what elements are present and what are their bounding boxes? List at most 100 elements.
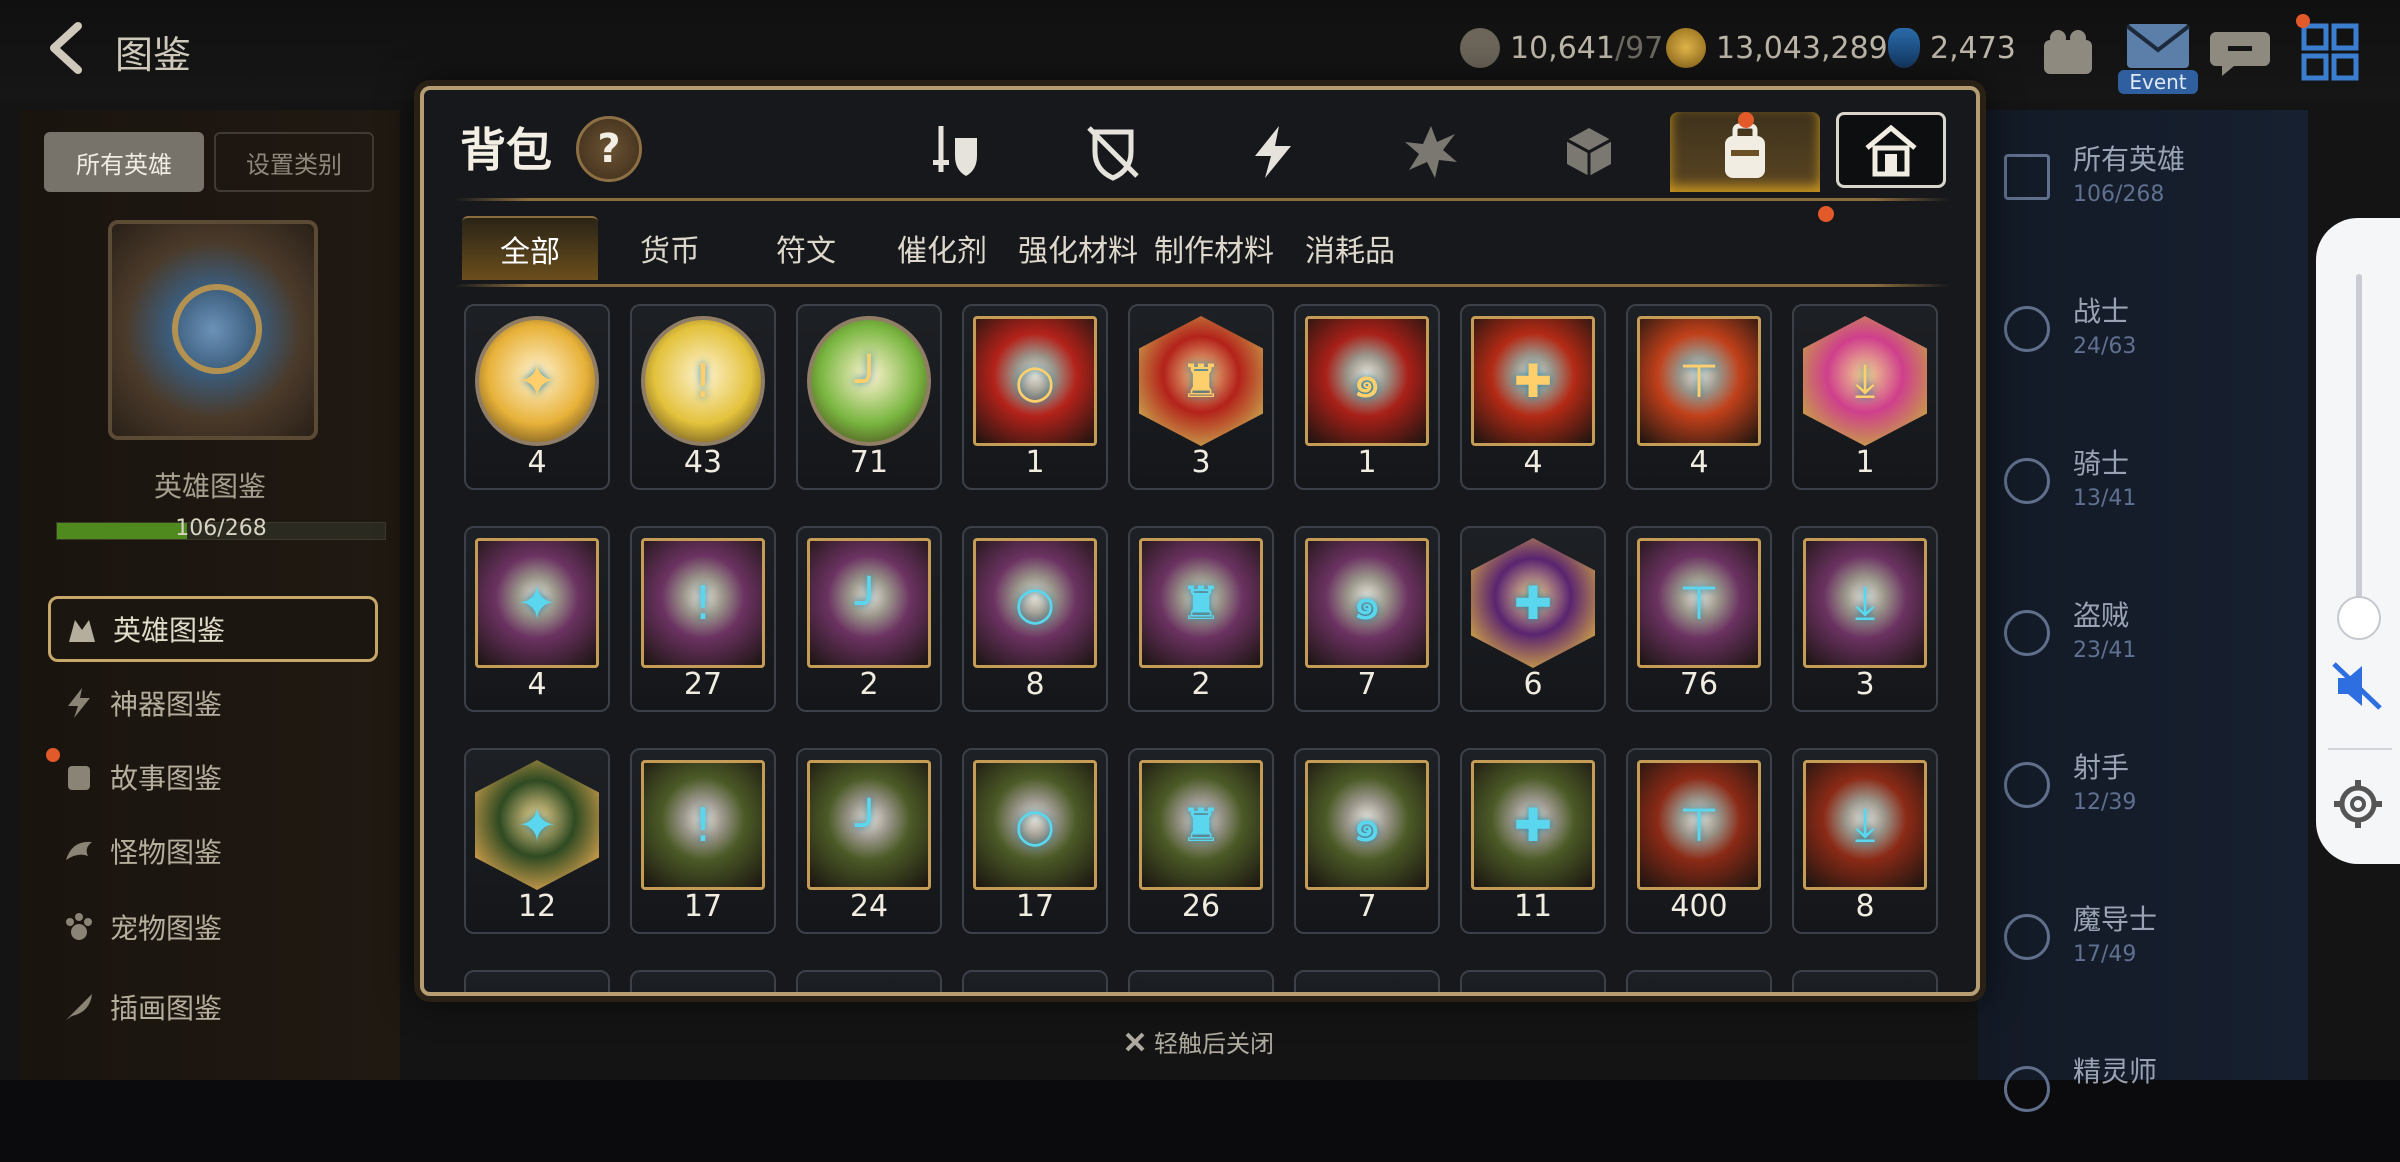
item-quantity: 8 xyxy=(1855,889,1875,924)
stamina-value: 10,641 xyxy=(1510,30,1615,66)
inventory-slot[interactable]: ✦ 4 xyxy=(464,304,610,490)
storage-button[interactable] xyxy=(1836,112,1946,188)
back-arrow-icon[interactable] xyxy=(40,18,100,78)
class-filter-4[interactable]: 射手 12/39 xyxy=(1978,718,2308,858)
bag-modal: 背包 ? 全部 货币 符文 催化剂 强化材料 制作材料 消耗品 ✦ 4! 43 ╯ 71 ○ 1 ♜ 3 ๑ 1… xyxy=(420,86,1980,996)
inventory-slot[interactable]: ○ 8 xyxy=(962,526,1108,712)
mute-icon[interactable] xyxy=(2330,658,2386,714)
chat-icon[interactable] xyxy=(2208,20,2272,84)
tab-artifacts[interactable] xyxy=(1198,112,1348,192)
class-filter-1[interactable]: 战士 24/63 xyxy=(1978,262,2308,402)
inventory-slot[interactable]: ⊤ 4 xyxy=(1626,304,1772,490)
inventory-slot-partial[interactable] xyxy=(630,970,776,992)
menu-monster-codex[interactable]: 怪物图鉴 xyxy=(48,818,378,884)
item-icon: ⤓ xyxy=(1803,538,1927,668)
grid-menu-icon[interactable] xyxy=(2298,20,2362,84)
tab-catalysts[interactable] xyxy=(1356,112,1506,192)
inventory-slot[interactable]: ! 43 xyxy=(630,304,776,490)
inventory-slot[interactable]: ✚ 4 xyxy=(1460,304,1606,490)
inventory-slot[interactable]: ⤓ 8 xyxy=(1792,748,1938,934)
class-filter-0[interactable]: 所有英雄 106/268 xyxy=(1978,110,2308,250)
rune-glyph: ! xyxy=(693,354,713,408)
crystal-value: 2,473 xyxy=(1930,30,2016,66)
inventory-slot[interactable]: ╯ 24 xyxy=(796,748,942,934)
volume-divider xyxy=(2328,748,2392,750)
class-count: 13/41 xyxy=(2073,486,2137,511)
inventory-slot-partial[interactable] xyxy=(1626,970,1772,992)
menu-story-codex[interactable]: 故事图鉴 xyxy=(48,744,378,810)
inventory-slot[interactable]: ⊤ 400 xyxy=(1626,748,1772,934)
menu-artifact-codex[interactable]: 神器图鉴 xyxy=(48,670,378,736)
class-filter-2[interactable]: 骑士 13/41 xyxy=(1978,414,2308,554)
item-icon: ○ xyxy=(973,316,1097,446)
tap-to-close-hint[interactable]: 轻触后关闭 xyxy=(1124,1024,1274,1059)
inventory-slot[interactable]: ○ 1 xyxy=(962,304,1108,490)
rune-glyph: ⤓ xyxy=(1854,575,1876,629)
inventory-slot[interactable]: ! 27 xyxy=(630,526,776,712)
inventory-slot[interactable]: ✦ 4 xyxy=(464,526,610,712)
inventory-slot-partial[interactable] xyxy=(796,970,942,992)
settings-gear-icon[interactable] xyxy=(2330,776,2386,832)
menu-label: 插画图鉴 xyxy=(110,992,223,1025)
volume-slider[interactable] xyxy=(2356,274,2362,604)
inventory-slot[interactable]: ๑1 xyxy=(1294,304,1440,490)
inventory-slot-partial[interactable] xyxy=(1460,970,1606,992)
inventory-slot[interactable]: ๑7 xyxy=(1294,526,1440,712)
item-icon: ○ xyxy=(973,538,1097,668)
book-title: 英雄图鉴 xyxy=(153,470,266,503)
subtab-6[interactable]: 消耗品 xyxy=(1250,216,1450,280)
inventory-slot-partial[interactable] xyxy=(464,970,610,992)
menu-illustration-codex[interactable]: 插画图鉴 xyxy=(48,974,378,1040)
tab-armor[interactable] xyxy=(1038,112,1188,192)
item-quantity: 1 xyxy=(1855,445,1875,480)
inventory-slot[interactable]: ╯ 71 xyxy=(796,304,942,490)
inventory-slot[interactable]: ✚ 11 xyxy=(1460,748,1606,934)
inventory-slot[interactable]: ○ 17 xyxy=(962,748,1108,934)
inventory-slot[interactable]: ๑7 xyxy=(1294,748,1440,934)
menu-hero-codex[interactable]: 英雄图鉴 xyxy=(48,596,378,662)
class-filter-5[interactable]: 魔导士 17/49 xyxy=(1978,870,2308,1010)
item-icon: ⤓ xyxy=(1803,760,1927,890)
team-icon[interactable] xyxy=(2036,20,2100,84)
tab-set-category[interactable]: 设置类别 xyxy=(214,132,374,192)
item-icon: ♜ xyxy=(1139,538,1263,668)
inventory-slot[interactable]: ♜ 2 xyxy=(1128,526,1274,712)
item-quantity: 24 xyxy=(849,889,889,924)
left-panel: 所有英雄 设置类别 英雄图鉴 106/268 英雄图鉴 神器图鉴 故事图鉴 怪物… xyxy=(20,110,400,1080)
feather-icon xyxy=(66,994,92,1020)
class-filter-3[interactable]: 盗贼 23/41 xyxy=(1978,566,2308,706)
tab-items[interactable] xyxy=(1514,112,1664,192)
inventory-slot[interactable]: ⊤ 76 xyxy=(1626,526,1772,712)
tab-all-heroes[interactable]: 所有英雄 xyxy=(44,132,204,192)
inventory-slot-partial[interactable] xyxy=(1792,970,1938,992)
volume-knob[interactable] xyxy=(2337,596,2381,640)
inventory-slot[interactable]: ♜ 26 xyxy=(1128,748,1274,934)
inventory-slot[interactable]: ╯ 2 xyxy=(796,526,942,712)
inventory-slot[interactable]: ♜ 3 xyxy=(1128,304,1274,490)
inventory-slot[interactable]: ✦ 12 xyxy=(464,748,610,934)
weapon-icon xyxy=(933,126,977,176)
item-icon: ✚ xyxy=(1471,538,1595,668)
inventory-slot[interactable]: ✚ 6 xyxy=(1460,526,1606,712)
inventory-slot[interactable]: ⤓ 3 xyxy=(1792,526,1938,712)
item-quantity: 7 xyxy=(1357,667,1377,702)
rune-glyph: ✦ xyxy=(517,354,557,408)
menu-pet-codex[interactable]: 宠物图鉴 xyxy=(48,894,378,960)
rune-glyph: ! xyxy=(693,798,713,852)
inventory-slot-partial[interactable] xyxy=(962,970,1108,992)
inventory-slot[interactable]: ⤓ 1 xyxy=(1792,304,1938,490)
rune-glyph: ! xyxy=(693,576,713,630)
hero-book-image xyxy=(108,220,318,440)
item-quantity: 17 xyxy=(1015,889,1055,924)
item-quantity: 76 xyxy=(1679,667,1719,702)
class-filter-6[interactable]: 精灵师 xyxy=(1978,1022,2308,1162)
inventory-slot-partial[interactable] xyxy=(1294,970,1440,992)
stamina-max: /97 xyxy=(1614,30,1664,66)
help-button[interactable]: ? xyxy=(576,116,642,182)
stamina-counter: 10,641/97 xyxy=(1460,26,1663,70)
inventory-slot-partial[interactable] xyxy=(1128,970,1274,992)
event-mail-button[interactable]: Event xyxy=(2118,14,2198,98)
item-icon: ╯ xyxy=(807,760,931,890)
inventory-slot[interactable]: ! 17 xyxy=(630,748,776,934)
tab-weapons[interactable] xyxy=(880,112,1030,192)
